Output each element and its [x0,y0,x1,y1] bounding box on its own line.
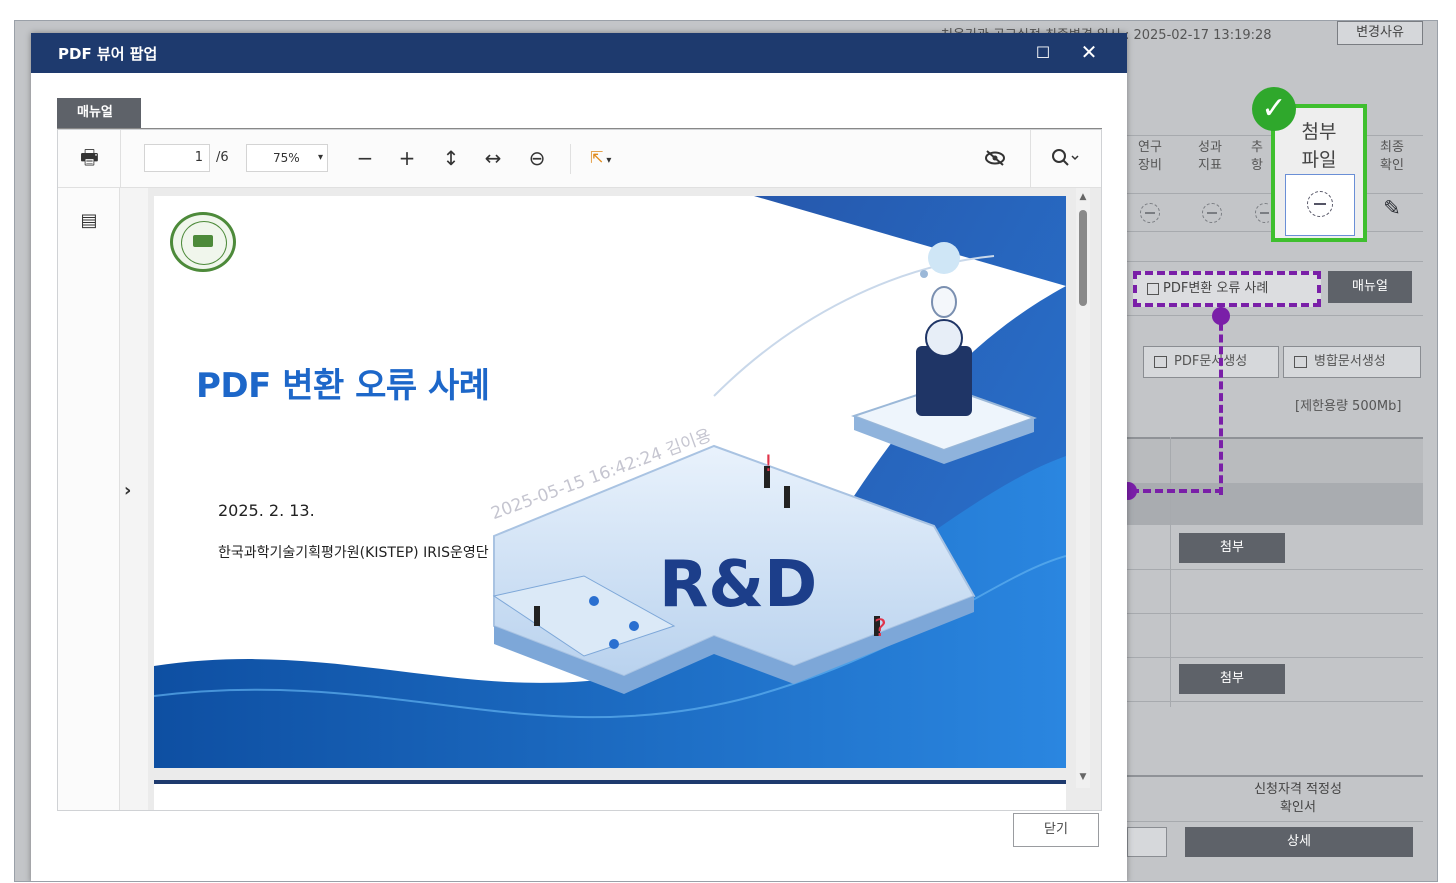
chevron-right-icon: › [124,480,132,501]
pdf-error-cases-button[interactable]: PDF변환 오류 사례 [1133,271,1321,307]
toolbar-divider [570,144,571,174]
svg-text:R&D: R&D [659,548,817,622]
tab-manual[interactable]: 매뉴얼 [57,98,141,128]
select-tool-icon[interactable]: ⇱ ▾ [590,144,630,172]
callout-connector [1131,489,1223,493]
more-options-icon[interactable]: ⊖ [524,144,550,172]
file-table-header [1127,437,1423,483]
page-number-input[interactable]: 1 [144,144,210,172]
svg-text:!: ! [764,452,773,477]
attach-button[interactable]: 첨부 [1179,664,1285,694]
divider [1127,261,1423,262]
toolbar-divider [1030,130,1031,188]
divider [1170,437,1171,707]
toolbar-divider [120,130,121,188]
column-header-final-confirm: 최종 확인 [1380,140,1404,173]
divider [1127,821,1423,822]
callout-dot [1212,307,1230,325]
pdf-generate-button[interactable]: PDF문서생성 [1143,346,1279,378]
pdf-viewer: 🖶 1 /6 75% ▾ − + ↕ ↔ ⊖ ⇱ ▾ ▤ › R&D ? ! P… [57,129,1102,811]
close-icon[interactable]: ✕ [1078,41,1100,63]
research-equipment-status[interactable] [1135,197,1165,231]
document-icon [1294,356,1307,368]
fit-height-icon[interactable]: ↕ [438,144,464,172]
zoom-out-icon[interactable]: − [352,144,378,172]
print-icon[interactable]: 🖶 [80,146,102,168]
popup-header: PDF 뷰어 팝업 ☐ ✕ [31,33,1127,73]
chevron-down-icon: ▾ [317,152,323,163]
size-limit-text: [제한용량 500Mb] [1295,399,1402,414]
maximize-icon[interactable]: ☐ [1033,43,1053,63]
edit-icon[interactable]: ✎ [1379,195,1405,221]
page-area[interactable]: R&D ? ! PDF 변환 오류 사례 2025. 2. 13. 한국과학기술… [148,188,1101,810]
column-header-performance-indicator: 성과 지표 [1198,140,1222,173]
viewer-sidebar: ▤ [58,188,120,810]
thumbnails-icon[interactable]: ▤ [78,210,100,232]
empty-input[interactable] [1127,827,1167,857]
slide-date: 2025. 2. 13. [218,501,315,520]
divider [1127,613,1423,614]
scroll-thumb[interactable] [1079,210,1087,306]
institution-seal [170,212,236,272]
callout-connector [1219,311,1223,495]
minus-circle-icon [1307,191,1333,217]
document-icon [1147,283,1159,295]
hide-annotations-icon[interactable] [982,144,1008,172]
divider [1127,701,1423,702]
divider [1127,657,1423,658]
minus-circle-icon [1140,203,1160,223]
manual-button[interactable]: 매뉴얼 [1328,271,1412,303]
chevron-down-icon: ▾ [606,155,612,166]
scroll-down-icon[interactable]: ▼ [1076,772,1090,782]
page-total: /6 [216,150,229,165]
zoom-select[interactable]: 75% ▾ [246,144,328,172]
merge-generate-button[interactable]: 병합문서생성 [1283,346,1421,378]
pdf-viewer-popup: PDF 뷰어 팝업 ☐ ✕ 매뉴얼 🖶 1 /6 75% ▾ − + ↕ ↔ ⊖ [31,33,1127,881]
additional-status[interactable] [1255,197,1269,231]
column-header-research-equipment: 연구 장비 [1138,140,1162,173]
close-button[interactable]: 닫기 [1013,813,1099,847]
column-header-additional: 추항 [1251,140,1263,173]
screenshot-frame: 처음기관 공고실적 최종변경 일시 : 2025-02-17 13:19:28 … [14,20,1438,882]
viewer-toolbar: 🖶 1 /6 75% ▾ − + ↕ ↔ ⊖ ⇱ ▾ [58,130,1101,188]
checkmark-icon: ✓ [1252,87,1296,131]
popup-title: PDF 뷰어 팝업 [58,45,158,63]
search-icon[interactable] [1044,144,1088,172]
document-icon [1154,356,1167,368]
eligibility-header: 신청자격 적정성 확인서 [1254,782,1342,815]
attachment-column-header: 첨부 파일 [1301,121,1337,171]
zoom-in-icon[interactable]: + [394,144,420,172]
attachment-file-cell[interactable] [1285,174,1355,236]
svg-text:?: ? [874,614,887,642]
divider [1127,569,1423,570]
pdf-page-next [154,780,1066,810]
vertical-scrollbar[interactable]: ▲ ▼ [1076,188,1090,788]
performance-indicator-status[interactable] [1197,197,1227,231]
slide-title: PDF 변환 오류 사례 [196,366,490,406]
detail-button[interactable]: 상세 [1185,827,1413,857]
pdf-page: R&D ? ! PDF 변환 오류 사례 2025. 2. 13. 한국과학기술… [154,196,1066,768]
change-reason-button[interactable]: 변경사유 [1337,21,1423,45]
scroll-up-icon[interactable]: ▲ [1076,192,1090,202]
attach-button[interactable]: 첨부 [1179,533,1285,563]
minus-circle-icon [1202,203,1222,223]
slide-organization: 한국과학기술기획평가원(KISTEP) IRIS운영단 [218,545,489,561]
fit-width-icon[interactable]: ↔ [480,144,506,172]
minus-circle-icon [1255,203,1269,223]
sidebar-expand-toggle[interactable]: › [120,188,148,810]
divider [1127,315,1423,316]
